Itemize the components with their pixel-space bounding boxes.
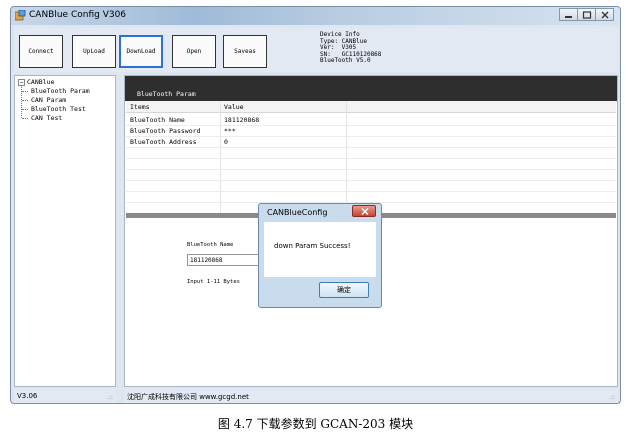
saveas-button[interactable]: Saveas bbox=[223, 35, 267, 68]
app-icon bbox=[15, 10, 26, 21]
table-row-item[interactable]: BlueTooth Name bbox=[130, 116, 185, 124]
dialog-close-button[interactable] bbox=[352, 205, 376, 217]
device-bluetooth: BlueTooth V5.0 bbox=[320, 57, 371, 65]
close-icon bbox=[601, 11, 609, 19]
status-version: V3.06 .:: bbox=[14, 389, 116, 403]
nav-tree: − CANBlue BlueTooth Param CAN Param Blue… bbox=[14, 75, 116, 387]
message-dialog: CANBlueConfig down Param Success! 确定 bbox=[258, 203, 382, 308]
tree-item-can-test[interactable]: CAN Test bbox=[22, 114, 62, 122]
name-field-label: BlueTooth Name bbox=[187, 242, 234, 248]
row-divider bbox=[126, 169, 616, 170]
table-row-value[interactable]: 181120868 bbox=[224, 116, 259, 124]
open-button[interactable]: Open bbox=[172, 35, 216, 68]
tree-item-bluetooth-test[interactable]: BlueTooth Test bbox=[22, 105, 86, 113]
tree-item-label: CAN Test bbox=[31, 114, 63, 122]
title-bar[interactable]: CANBlue Config V306 bbox=[11, 7, 620, 25]
row-divider bbox=[126, 158, 616, 159]
dialog-title: CANBlueConfig bbox=[267, 208, 328, 217]
table-row-value[interactable]: *** bbox=[224, 127, 236, 135]
row-divider bbox=[126, 191, 616, 192]
app-window: CANBlue Config V306 Connect UpLoad DownL… bbox=[10, 6, 621, 404]
row-divider bbox=[126, 180, 616, 181]
table-header bbox=[126, 101, 616, 113]
tree-root-label: CANBlue bbox=[27, 78, 55, 86]
tree-item-label: CAN Param bbox=[31, 96, 67, 104]
version-text: V3.06 bbox=[17, 392, 38, 400]
row-divider bbox=[126, 147, 616, 148]
table-row-item[interactable]: BlueTooth Password bbox=[130, 127, 200, 135]
window-title: CANBlue Config V306 bbox=[29, 10, 127, 20]
download-button[interactable]: DownLoad bbox=[119, 35, 163, 68]
tree-item-bluetooth-param[interactable]: BlueTooth Param bbox=[22, 87, 90, 95]
connect-button[interactable]: Connect bbox=[19, 35, 63, 68]
column-header-value: Value bbox=[224, 103, 244, 111]
tree-item-label: BlueTooth Test bbox=[31, 105, 86, 113]
table-row-item[interactable]: BlueTooth Address bbox=[130, 138, 197, 146]
toolbar: Connect UpLoad DownLoad Open Saveas Devi… bbox=[14, 28, 617, 72]
resize-grip-icon: .:: bbox=[107, 394, 113, 401]
row-divider bbox=[126, 125, 616, 126]
minimize-icon bbox=[565, 16, 572, 18]
tree-root[interactable]: − CANBlue bbox=[18, 78, 54, 86]
param-panel-title: BlueTooth Param bbox=[137, 90, 196, 98]
status-company: 沈阳广成科技有限公司 www.gcgd.net .:: bbox=[124, 389, 618, 403]
param-table: Items Value BlueTooth Name 181120868 Blu… bbox=[126, 101, 616, 213]
window-controls bbox=[559, 8, 614, 21]
minimize-button[interactable] bbox=[559, 8, 578, 21]
close-button[interactable] bbox=[595, 8, 614, 21]
dialog-message: down Param Success! bbox=[274, 242, 351, 250]
column-divider bbox=[346, 101, 347, 213]
input-hint: Input 1-11 Bytes bbox=[187, 279, 240, 285]
resize-grip-icon: .:: bbox=[609, 394, 615, 401]
close-icon bbox=[361, 208, 369, 215]
tree-item-can-param[interactable]: CAN Param bbox=[22, 96, 66, 104]
company-text: 沈阳广成科技有限公司 www.gcgd.net bbox=[127, 393, 249, 401]
row-divider bbox=[126, 136, 616, 137]
column-divider bbox=[220, 101, 221, 213]
maximize-button[interactable] bbox=[577, 8, 596, 21]
upload-button[interactable]: UpLoad bbox=[72, 35, 116, 68]
param-panel-header: BlueTooth Param bbox=[125, 76, 617, 101]
tree-item-label: BlueTooth Param bbox=[31, 87, 90, 95]
table-row-value[interactable]: 0 bbox=[224, 138, 228, 146]
dialog-body: down Param Success! bbox=[264, 222, 376, 277]
figure-caption: 图 4.7 下载参数到 GCAN-203 模块 bbox=[217, 417, 414, 431]
dialog-ok-button[interactable]: 确定 bbox=[319, 282, 369, 298]
maximize-icon bbox=[582, 11, 592, 19]
device-info: Device Info Type: CANBlue Ver: V305 SN: … bbox=[320, 31, 381, 65]
column-header-items: Items bbox=[130, 103, 150, 111]
